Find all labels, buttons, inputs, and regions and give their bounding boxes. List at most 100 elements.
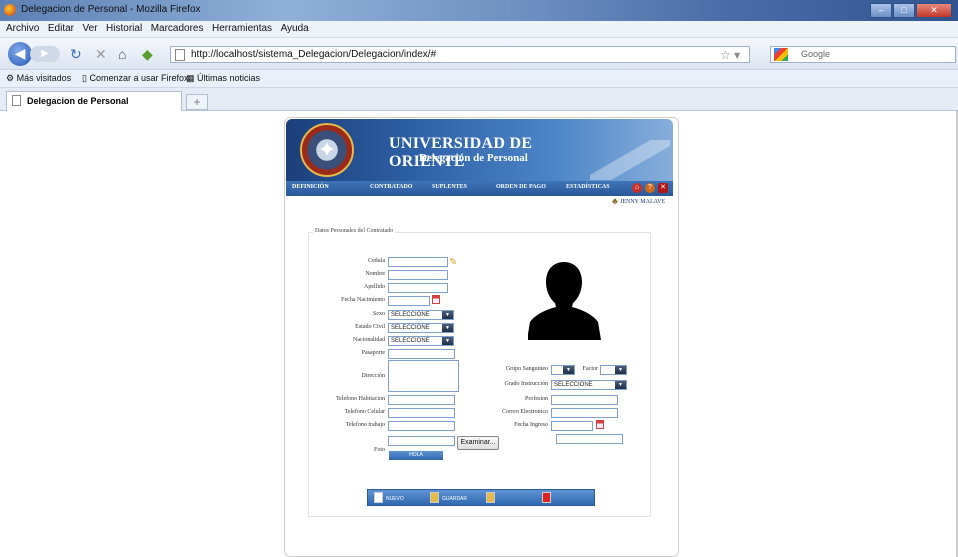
menu-historial[interactable]: Historial [106, 23, 142, 34]
google-icon [774, 48, 788, 61]
pasaporte-input[interactable] [388, 349, 455, 359]
hola-button[interactable]: HOLA [389, 451, 443, 460]
estado-civil-select[interactable]: SELECCIONE ▼ [388, 323, 454, 333]
reload-icon[interactable]: ↻ [70, 47, 82, 61]
banner-decoration [590, 140, 670, 180]
nav-contratado[interactable]: CONTRATADO [370, 184, 412, 190]
action-bar: NUEVO GUARDAR [367, 489, 595, 506]
delete-icon [542, 492, 551, 503]
menu-marcadores[interactable]: Marcadores [151, 23, 204, 34]
menu-archivo[interactable]: Archivo [6, 23, 39, 34]
back-button[interactable]: ◀ [8, 42, 32, 66]
label-cedula: Cedula [368, 258, 385, 264]
chevron-down-icon: ▼ [442, 337, 453, 345]
menu-herramientas[interactable]: Herramientas [212, 23, 272, 34]
grupo-sanguineo-select[interactable]: ▼ [551, 365, 575, 375]
bookmark-comenzar[interactable]: ▯ Comenzar a usar Firefox [82, 73, 189, 84]
nav-orden-de-pago[interactable]: ORDEN DE PAGO [496, 184, 546, 190]
chevron-down-icon: ▼ [615, 366, 626, 374]
label-telefono-celular: Telefono Celular [344, 409, 385, 415]
calendar-icon[interactable] [432, 295, 440, 304]
nacionalidad-select[interactable]: SELECCIONE ▼ [388, 336, 454, 346]
save-icon [430, 492, 439, 503]
tab-label: Delegacion de Personal [27, 96, 129, 106]
search-box[interactable]: Google [770, 46, 956, 63]
forward-button[interactable]: ▶ [30, 46, 60, 62]
user-info: ♣ JENNY MALAVE [612, 196, 666, 206]
label-sexo: Sexo [373, 311, 385, 317]
bookmark-mas-visitados[interactable]: ⚙ Más visitados [6, 73, 71, 84]
bookmark-star-icon[interactable]: ☆ ▾ [720, 48, 740, 62]
exit-icon[interactable]: ✕ [658, 183, 668, 193]
search-placeholder: Google [801, 49, 831, 59]
menu-ver[interactable]: Ver [83, 23, 98, 34]
new-document-icon [374, 492, 383, 503]
sexo-select[interactable]: SELECCIONE ▼ [388, 310, 454, 320]
label-apellido: Apellido [364, 284, 385, 290]
fecha-nacimiento-input[interactable] [388, 296, 430, 306]
close-icon[interactable]: ✕ [916, 3, 952, 18]
profesion-input[interactable] [551, 395, 618, 405]
bookmarks-bar: ⚙ Más visitados ▯ Comenzar a usar Firefo… [0, 70, 958, 88]
fieldset-legend: Datos Personales del Contratado [313, 228, 396, 234]
bookmark-ultimas-noticias[interactable]: ▦ Últimas noticias [186, 73, 260, 84]
nav-suplentes[interactable]: SUPLENTES [432, 184, 467, 190]
help-icon[interactable]: ? [645, 183, 655, 193]
app-nav: DEFINICIÓN CONTRATADO SUPLENTES ORDEN DE… [286, 181, 673, 196]
home-icon[interactable]: ⌂ [118, 47, 126, 61]
window-titlebar: Delegacion de Personal - Mozilla Firefox… [0, 0, 958, 21]
user-name: JENNY MALAVE [620, 199, 666, 205]
foto-file-input[interactable] [388, 436, 455, 446]
tab-bar: Delegacion de Personal + [0, 88, 958, 111]
label-factor: Factor [582, 366, 598, 372]
calendar-icon[interactable] [596, 420, 604, 429]
telefono-trabajo-input[interactable] [388, 421, 455, 431]
label-nombre: Nombre [365, 271, 385, 277]
edit-button[interactable] [484, 490, 534, 505]
label-telefono-habitacion: Telefono Habitacion [335, 396, 385, 402]
examinar-button[interactable]: Examinar... [457, 436, 499, 450]
url-bar[interactable]: http://localhost/sistema_Delegacion/Dele… [170, 46, 750, 63]
fecha-ingreso-input[interactable] [551, 421, 593, 431]
guardar-button[interactable]: GUARDAR [428, 490, 478, 505]
apellido-input[interactable] [388, 283, 448, 293]
direccion-textarea[interactable] [388, 360, 459, 392]
home-icon[interactable]: ⌂ [632, 183, 642, 193]
cedula-input[interactable] [388, 257, 448, 267]
label-grupo-sanguineo: Grupo Sanguineo [505, 366, 548, 372]
nuevo-button[interactable]: NUEVO [372, 490, 422, 505]
label-fecha-ingreso: Fecha Ingreso [514, 422, 548, 428]
label-correo-electronico: Correo Electronico [502, 409, 548, 415]
telefono-habitacion-input[interactable] [388, 395, 455, 405]
addon-icon[interactable]: ◆ [142, 47, 153, 61]
stop-icon[interactable]: ✕ [95, 47, 107, 61]
factor-select[interactable]: ▼ [600, 365, 627, 375]
grado-instruccion-select[interactable]: SELECCIONE ▼ [551, 380, 627, 390]
chevron-down-icon: ▼ [563, 366, 574, 374]
tab-delegacion[interactable]: Delegacion de Personal [6, 91, 182, 111]
chevron-down-icon: ▼ [442, 311, 453, 319]
maximize-icon[interactable]: □ [893, 3, 915, 18]
chevron-down-icon: ▼ [615, 381, 626, 389]
label-profesion: Profesion [525, 396, 548, 402]
delete-button[interactable] [540, 490, 590, 505]
telefono-celular-input[interactable] [388, 408, 455, 418]
minimize-icon[interactable]: – [870, 3, 892, 18]
label-grado-instruccion: Grado Instrucción [504, 381, 549, 387]
nombre-input[interactable] [388, 270, 448, 280]
search-cedula-icon[interactable]: ✎ [449, 257, 457, 268]
nav-definicion[interactable]: DEFINICIÓN [292, 184, 329, 190]
url-text: http://localhost/sistema_Delegacion/Dele… [191, 49, 437, 60]
menu-bar: Archivo Editar Ver Historial Marcadores … [0, 21, 958, 38]
new-tab-button[interactable]: + [186, 94, 208, 110]
nav-estadisticas[interactable]: ESTADÍSTICAS [566, 184, 610, 190]
correo-input[interactable] [551, 408, 618, 418]
page-icon [175, 49, 185, 61]
label-fecha-nacimiento: Fecha Nacimiento [341, 297, 385, 303]
menu-editar[interactable]: Editar [48, 23, 74, 34]
menu-ayuda[interactable]: Ayuda [281, 23, 309, 34]
firefox-icon [4, 4, 16, 16]
label-foto: Foto [373, 447, 385, 453]
label-telefono-trabajo: Telefono trabajo [345, 422, 385, 428]
extra-input[interactable] [556, 434, 623, 444]
